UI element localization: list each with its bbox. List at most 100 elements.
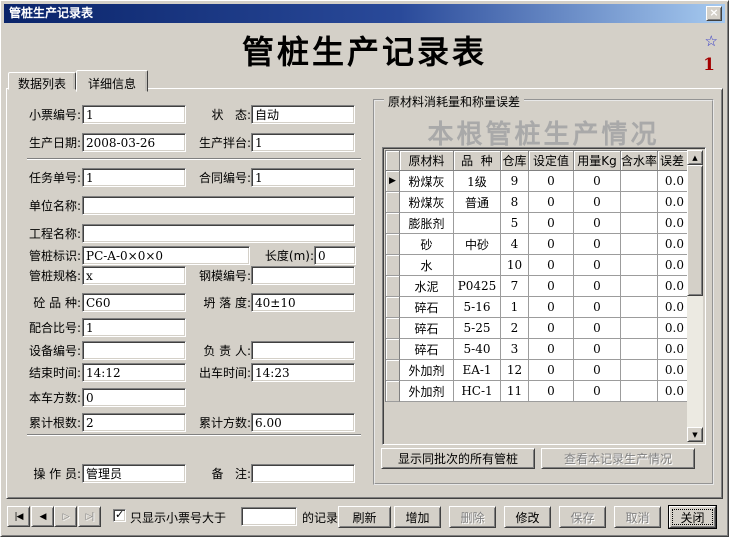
table-cell[interactable]: 0.0 <box>658 360 688 381</box>
nav-next-button[interactable]: ▷ <box>54 506 77 527</box>
row-selector-cell[interactable] <box>386 360 400 381</box>
table-scrollbar[interactable]: ▲ ▼ <box>687 150 703 442</box>
table-cell[interactable]: 7 <box>501 276 529 297</box>
mold-no-field[interactable] <box>251 266 355 285</box>
scrollbar-thumb[interactable] <box>687 165 703 296</box>
table-row[interactable]: 砂中砂4000.0 <box>386 234 688 255</box>
table-cell[interactable]: 0 <box>574 381 621 402</box>
table-row[interactable]: 膨胀剂5000.0 <box>386 213 688 234</box>
delete-button[interactable]: 删除 <box>449 506 496 528</box>
table-cell[interactable] <box>621 297 658 318</box>
pile-spec-field[interactable] <box>82 266 186 285</box>
table-cell[interactable]: 粉煤灰 <box>400 192 454 213</box>
filter-input[interactable] <box>241 507 297 526</box>
row-selector-cell[interactable] <box>386 213 400 234</box>
table-cell[interactable]: 0 <box>574 360 621 381</box>
table-cell[interactable]: P0425 <box>454 276 501 297</box>
remark-field[interactable] <box>251 464 355 483</box>
filter-checkbox[interactable] <box>113 509 126 522</box>
row-selector-cell[interactable] <box>386 276 400 297</box>
unit-name-field[interactable] <box>82 196 355 215</box>
scroll-down-icon[interactable]: ▼ <box>687 427 703 442</box>
table-cell[interactable]: 12 <box>501 360 529 381</box>
row-selector-cell[interactable] <box>386 234 400 255</box>
table-cell[interactable]: 外加剂 <box>400 360 454 381</box>
table-cell[interactable]: 5-25 <box>454 318 501 339</box>
table-cell[interactable]: 1级 <box>454 171 501 192</box>
table-cell[interactable]: 11 <box>501 381 529 402</box>
total-count-field[interactable] <box>82 413 186 432</box>
table-cell[interactable]: 0 <box>529 360 574 381</box>
titlebar[interactable]: 管桩生产记录表 × <box>4 4 725 23</box>
table-row[interactable]: 碎石5-252000.0 <box>386 318 688 339</box>
close-icon[interactable]: × <box>706 6 722 21</box>
contract-no-field[interactable] <box>251 168 355 187</box>
refresh-button[interactable]: 刷新 <box>338 506 391 528</box>
table-row[interactable]: 碎石5-403000.0 <box>386 339 688 360</box>
table-cell[interactable] <box>621 213 658 234</box>
table-cell[interactable]: 3 <box>501 339 529 360</box>
nav-prev-button[interactable]: ◀ <box>31 506 54 527</box>
length-field[interactable] <box>314 246 356 265</box>
table-cell[interactable] <box>454 213 501 234</box>
table-cell[interactable] <box>454 255 501 276</box>
table-cell[interactable]: 0 <box>529 171 574 192</box>
table-cell[interactable] <box>621 192 658 213</box>
table-cell[interactable]: HC-1 <box>454 381 501 402</box>
table-row[interactable]: 水10000.0 <box>386 255 688 276</box>
prod-date-field[interactable] <box>82 133 186 152</box>
save-button[interactable]: 保存 <box>559 506 606 528</box>
mix-station-field[interactable] <box>251 133 355 152</box>
table-cell[interactable]: 外加剂 <box>400 381 454 402</box>
row-selector-cell[interactable] <box>386 192 400 213</box>
table-cell[interactable]: 0 <box>574 297 621 318</box>
table-cell[interactable]: 0 <box>529 297 574 318</box>
table-cell[interactable]: 0 <box>574 234 621 255</box>
table-cell[interactable]: 0 <box>529 276 574 297</box>
table-cell[interactable]: 膨胀剂 <box>400 213 454 234</box>
table-cell[interactable]: 0 <box>574 276 621 297</box>
modify-button[interactable]: 修改 <box>504 506 551 528</box>
table-cell[interactable]: 水泥 <box>400 276 454 297</box>
table-cell[interactable]: 0.0 <box>658 381 688 402</box>
table-cell[interactable] <box>621 318 658 339</box>
table-cell[interactable]: 0 <box>529 192 574 213</box>
show-batch-button[interactable]: 显示同批次的所有管桩 <box>381 448 535 469</box>
table-cell[interactable]: 0.0 <box>658 297 688 318</box>
table-cell[interactable]: 0 <box>574 213 621 234</box>
table-cell[interactable]: 0.0 <box>658 213 688 234</box>
table-row[interactable]: ▶粉煤灰1级9000.0 <box>386 171 688 192</box>
table-cell[interactable]: 0 <box>574 192 621 213</box>
mix-ratio-no-field[interactable] <box>82 318 186 337</box>
tab-data-list[interactable]: 数据列表 <box>8 72 76 90</box>
table-cell[interactable]: 0 <box>529 318 574 339</box>
task-no-field[interactable] <box>82 168 186 187</box>
table-cell[interactable]: 8 <box>501 192 529 213</box>
table-cell[interactable]: 0 <box>529 381 574 402</box>
table-cell[interactable] <box>621 234 658 255</box>
end-time-field[interactable] <box>82 363 186 382</box>
table-cell[interactable]: 水 <box>400 255 454 276</box>
table-cell[interactable]: 5-40 <box>454 339 501 360</box>
total-volume-field[interactable] <box>251 413 355 432</box>
pile-id-field[interactable] <box>82 246 250 265</box>
table-cell[interactable] <box>621 255 658 276</box>
equipment-no-field[interactable] <box>82 341 186 360</box>
table-cell[interactable]: 0.0 <box>658 234 688 255</box>
table-cell[interactable]: 粉煤灰 <box>400 171 454 192</box>
table-cell[interactable]: 0.0 <box>658 171 688 192</box>
table-cell[interactable]: 5-16 <box>454 297 501 318</box>
nav-first-button[interactable]: |◀ <box>7 506 30 527</box>
table-cell[interactable]: 0 <box>529 234 574 255</box>
table-cell[interactable]: 砂 <box>400 234 454 255</box>
row-selector-cell[interactable] <box>386 339 400 360</box>
row-selector-cell[interactable]: ▶ <box>386 171 400 192</box>
table-cell[interactable] <box>621 276 658 297</box>
cancel-button[interactable]: 取消 <box>614 506 661 528</box>
table-cell[interactable]: 中砂 <box>454 234 501 255</box>
table-row[interactable]: 粉煤灰普通8000.0 <box>386 192 688 213</box>
operator-field[interactable] <box>82 464 186 483</box>
table-cell[interactable] <box>621 381 658 402</box>
depart-time-field[interactable] <box>251 363 355 382</box>
table-cell[interactable]: 2 <box>501 318 529 339</box>
